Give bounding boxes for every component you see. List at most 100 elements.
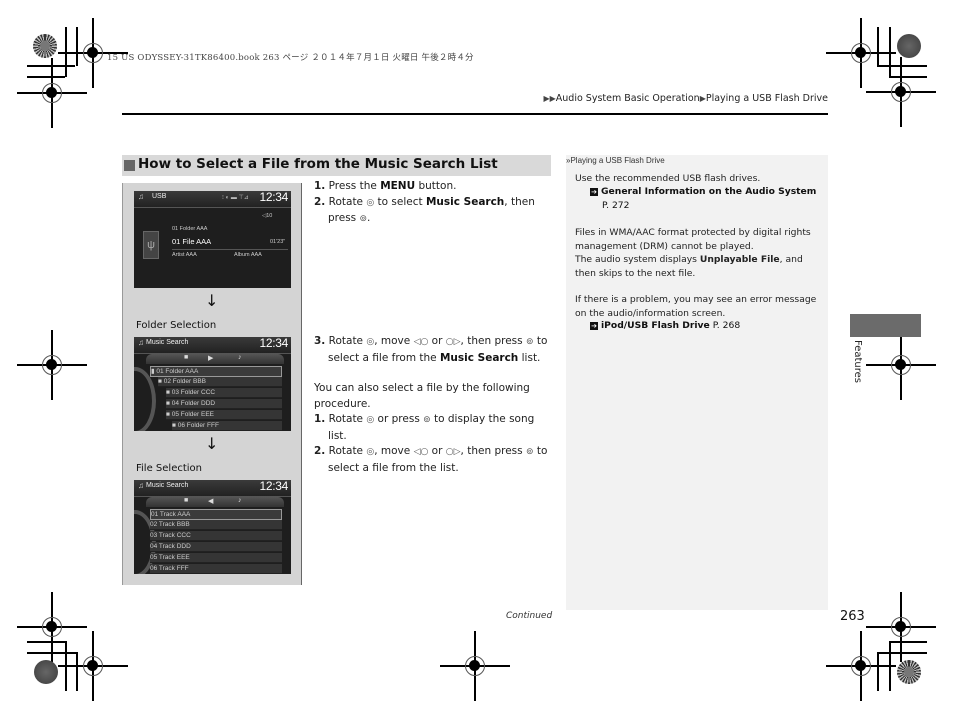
registration-mark-icon: [17, 58, 87, 128]
list-item[interactable]: 02 Track BBB: [150, 520, 282, 530]
list-item[interactable]: ■ 04 Folder DDD: [166, 399, 282, 409]
usb-icon: ψ: [143, 231, 159, 259]
cross-reference-link[interactable]: ➔ iPod/USB Flash Drive P. 268: [590, 320, 740, 331]
list-item[interactable]: 03 Track CCC: [150, 531, 282, 541]
alt-intro: You can also select a file by the follow…: [314, 382, 530, 410]
list-item[interactable]: 05 Track EEE: [150, 553, 282, 563]
breadcrumb-item[interactable]: Audio System Basic Operation: [556, 93, 700, 104]
list-item[interactable]: ▮ 01 Folder AAA: [150, 366, 282, 377]
clock: 12:34: [259, 337, 288, 350]
chapter-tab[interactable]: [850, 314, 921, 337]
folder-name: 01 Folder AAA: [172, 226, 208, 232]
sidebar-paragraph: The audio system displays Unplayable Fil…: [575, 254, 803, 279]
alt-step-2: 2. Rotate ◎, move ◁○ or ○▷, then press ⊚…: [314, 445, 548, 457]
clock: 12:34: [259, 480, 288, 493]
press-knob-icon: ⊚: [423, 415, 431, 425]
clock: 12:34: [259, 191, 288, 204]
folder-tab-icon[interactable]: ■: [184, 354, 188, 361]
sidebar-paragraph: If there is a problem, you may see an er…: [575, 294, 817, 319]
move-left-icon: ◁○: [413, 337, 429, 347]
arrow-down-icon: ↓: [205, 434, 219, 453]
registration-mark-icon: [866, 330, 936, 400]
color-bar-disc-icon: [33, 34, 57, 58]
cross-reference-link[interactable]: ➔ General Information on the Audio System: [590, 186, 816, 197]
song-tab-icon[interactable]: ♪: [238, 497, 242, 504]
steps-block-2: 3. Rotate ◎, move ◁○ or ○▷, then press ⊚…: [314, 334, 554, 476]
screen-header: ♫ Music Search 12:34: [134, 480, 291, 497]
move-right-icon: ○▷: [445, 337, 461, 347]
crop-mark: [877, 652, 879, 691]
registration-mark-icon: [866, 57, 936, 127]
folder-selection-screen: ♫ Music Search 12:34 ■ ▶ ♪ ▮ 01 Folder A…: [134, 337, 291, 431]
registration-mark-icon: [826, 631, 896, 701]
list-item[interactable]: ■ 06 Folder FFF: [172, 421, 282, 431]
color-bar-disc-icon: [897, 660, 921, 684]
move-right-icon: ○▷: [445, 447, 461, 457]
cross-reference-page[interactable]: P. 272: [602, 200, 629, 211]
status-icons: ⁝ ◐ ▬ ⊤⊿: [222, 195, 249, 201]
crop-mark: [889, 641, 891, 691]
crop-mark: [877, 652, 927, 654]
list-item[interactable]: ■ 02 Folder BBB: [158, 377, 282, 387]
list-item[interactable]: 04 Track DDD: [150, 542, 282, 552]
crop-mark: [889, 641, 927, 643]
volume-indicator: ◁10: [262, 213, 273, 219]
sidebar-paragraph: Use the recommended USB flash drives.: [575, 173, 761, 184]
screen-header: ♫ USB ⁝ ◐ ▬ ⊤⊿ 12:34: [134, 191, 291, 208]
progress-line: [172, 249, 288, 250]
registration-mark-icon: [58, 631, 128, 701]
header-rule: [122, 113, 828, 115]
move-left-icon: ◁○: [413, 447, 429, 457]
file-selection-screen: ♫ Music Search 12:34 ■ ◀ ♪ 01 Track AAA …: [134, 480, 291, 574]
list-item[interactable]: ■ 03 Folder CCC: [166, 388, 282, 398]
screen-illustration-panel: ♫ USB ⁝ ◐ ▬ ⊤⊿ 12:34 ◁10 ψ 01 Folder AAA…: [122, 183, 302, 585]
screen-header: ♫ Music Search 12:34: [134, 337, 291, 354]
sidebar-notes: »Playing a USB Flash Drive Use the recom…: [566, 155, 828, 610]
step-3: 3. Rotate ◎, move ◁○ or ○▷, then press ⊚…: [314, 335, 548, 347]
play-tab-icon[interactable]: ▶: [208, 354, 213, 362]
reference-arrow-icon: ➔: [590, 322, 598, 330]
list-item[interactable]: 01 Track AAA: [150, 509, 282, 520]
screen-title: Music Search: [146, 339, 189, 346]
sidebar-header: »Playing a USB Flash Drive: [566, 156, 665, 165]
press-knob-icon: ⊚: [359, 214, 368, 224]
music-note-icon: ♫: [138, 481, 144, 490]
screen-title: Music Search: [146, 482, 189, 489]
sidebar-paragraph: Files in WMA/AAC format protected by dig…: [575, 227, 811, 252]
registration-mark-icon: [17, 330, 87, 400]
registration-mark-icon: [440, 631, 510, 701]
alt-step-2-cont: select a file from the list.: [328, 461, 459, 474]
breadcrumb-item[interactable]: Playing a USB Flash Drive: [706, 93, 828, 104]
folder-tab-icon[interactable]: ■: [184, 497, 188, 504]
continued-label: Continued: [506, 611, 553, 621]
color-bar-disc-icon: [34, 660, 58, 684]
music-note-icon: ♫: [138, 192, 144, 201]
list-item[interactable]: ■ 05 Folder EEE: [166, 410, 282, 420]
list-item[interactable]: 06 Track FFF: [150, 564, 282, 574]
song-tab-icon[interactable]: ♪: [238, 354, 242, 361]
back-tab-icon[interactable]: ◀: [208, 497, 213, 505]
folder-selection-caption: Folder Selection: [136, 320, 217, 331]
section-heading: How to Select a File from the Music Sear…: [122, 155, 551, 176]
print-header: 15 US ODYSSEY-31TK86400.book 263 ページ ２０１…: [107, 53, 474, 63]
alt-step-1: 1. Rotate ◎ or press ⊚ to display the so…: [314, 413, 535, 425]
steps-block-1: 1. Press the MENU button. 2. Rotate ◎ to…: [314, 179, 554, 228]
chapter-tab-label: Features: [852, 340, 863, 383]
track-time: 01'23": [270, 239, 286, 245]
search-tabs: ■ ◀ ♪: [146, 497, 284, 507]
step-1: 1. Press the MENU button.: [314, 180, 457, 192]
file-selection-caption: File Selection: [136, 463, 202, 474]
breadcrumb: ▶▶Audio System Basic Operation▶Playing a…: [543, 93, 828, 104]
reference-arrow-icon: ➔: [590, 188, 598, 196]
file-name: 01 File AAA: [172, 237, 212, 246]
double-arrow-icon: ▶▶: [543, 94, 556, 103]
section-title: How to Select a File from the Music Sear…: [138, 156, 498, 172]
search-tabs: ■ ▶ ♪: [146, 354, 284, 364]
album-name: Album AAA: [234, 252, 262, 258]
music-note-icon: ♫: [138, 338, 144, 347]
page-number: 263: [840, 609, 865, 624]
alt-step-1-cont: list.: [328, 429, 347, 442]
usb-screen: ♫ USB ⁝ ◐ ▬ ⊤⊿ 12:34 ◁10 ψ 01 Folder AAA…: [134, 191, 291, 288]
arrow-down-icon: ↓: [205, 291, 219, 310]
artist-name: Artist AAA: [172, 252, 197, 258]
